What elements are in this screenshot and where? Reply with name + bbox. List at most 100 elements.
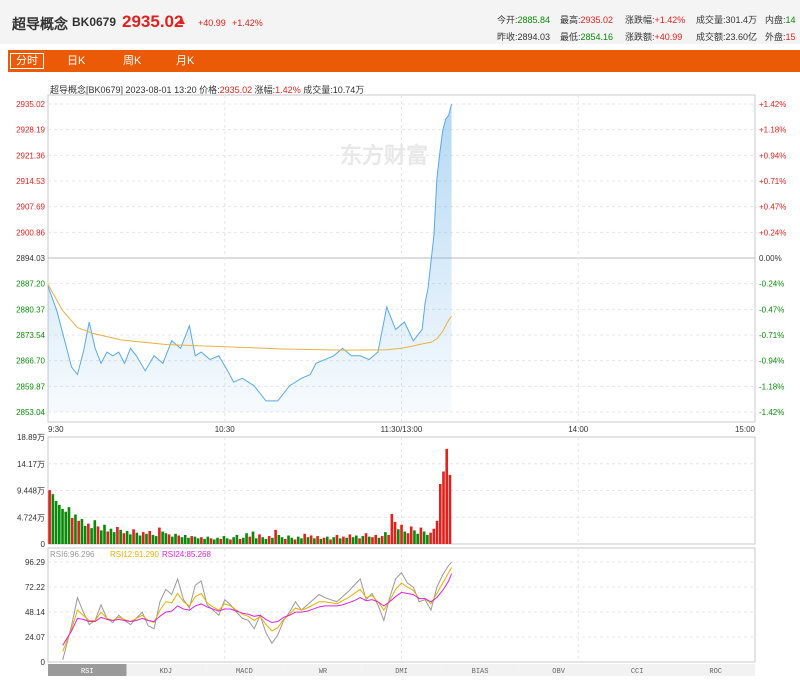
price-pct-tick: -0.47%: [759, 305, 784, 314]
indicator-tab-wr[interactable]: WR: [283, 664, 363, 676]
volume-bar: [99, 530, 103, 544]
indicator-tab-label: MACD: [236, 668, 253, 676]
volume-bar: [303, 533, 306, 544]
volume-bar: [403, 531, 407, 544]
volume-bar: [57, 504, 61, 544]
volume-bar: [313, 538, 316, 544]
indicator-tab-kdj[interactable]: KDJ: [126, 664, 206, 676]
volume-y-tick: 0: [41, 540, 46, 549]
volume-bar: [193, 536, 197, 544]
volume-bar: [380, 536, 384, 544]
volume-bar: [48, 490, 51, 544]
volume-bar: [135, 532, 139, 544]
volume-y-tick: 4.724万: [17, 513, 45, 522]
volume-bar: [125, 530, 129, 544]
volume-bar: [416, 533, 419, 544]
volume-bar: [267, 536, 271, 544]
rsi-y-tick: 48.14: [25, 608, 46, 617]
volume-bar: [448, 474, 452, 544]
volume-bar: [322, 537, 326, 544]
volume-bar: [245, 533, 248, 544]
volume-bar: [167, 534, 171, 544]
volume-bar: [338, 538, 342, 544]
volume-bar: [116, 527, 119, 544]
price-y-tick: 2900.86: [16, 228, 45, 237]
volume-bar: [429, 532, 432, 544]
intraday-chart: 东方财富2935.02 +1.42%2928.19 +1.18%2921.36 +0.…: [16, 94, 786, 676]
indicator-tab-bias[interactable]: BIAS: [440, 664, 520, 676]
volume-bar: [280, 537, 284, 544]
volume-bar: [229, 539, 232, 544]
volume-bar: [271, 537, 274, 544]
volume-bar: [154, 536, 158, 544]
volume-bar: [235, 534, 239, 544]
volume-bar: [364, 533, 368, 544]
volume-bar: [112, 532, 116, 544]
price-pct-tick: +0.94%: [759, 151, 786, 160]
price-y-tick: 2921.36: [16, 151, 45, 160]
volume-bar: [225, 538, 229, 544]
volume-bar: [283, 538, 287, 544]
price-y-tick: 2907.69: [16, 203, 45, 212]
volume-bar: [180, 537, 184, 544]
volume-bar: [296, 536, 300, 544]
indicator-tab-obv[interactable]: OBV: [519, 664, 598, 676]
volume-bar: [293, 539, 297, 544]
volume-bar: [445, 448, 449, 544]
price-pct-tick: -1.42%: [759, 408, 784, 417]
volume-bar: [251, 531, 255, 544]
volume-bar: [384, 532, 387, 544]
volume-bar: [335, 534, 339, 544]
volume-bar: [438, 483, 442, 544]
volume-bar: [332, 537, 336, 544]
indicator-tab-macd[interactable]: MACD: [205, 664, 284, 676]
volume-bar: [435, 520, 439, 544]
price-pct-tick: +1.42%: [759, 100, 786, 109]
indicator-tab-label: BIAS: [472, 668, 489, 676]
indicator-tab-roc[interactable]: ROC: [676, 664, 755, 676]
volume-bar: [287, 535, 290, 544]
volume-bar: [196, 538, 200, 544]
time-x-tick: 15:00: [735, 425, 756, 434]
volume-bar: [145, 533, 148, 544]
indicator-tab-label: DMI: [395, 668, 408, 676]
indicator-tab-label: KDJ: [160, 668, 173, 676]
volume-bar: [183, 534, 187, 544]
volume-bar: [54, 500, 58, 544]
indicator-tab-label: WR: [319, 668, 328, 676]
volume-bar: [122, 533, 126, 544]
volume-y-tick: 14.17万: [17, 460, 45, 469]
volume-bar: [161, 531, 164, 544]
volume-bar: [248, 536, 252, 544]
volume-bar: [432, 528, 436, 544]
volume-bar: [371, 537, 374, 544]
price-pct-tick: -0.71%: [759, 331, 784, 340]
price-y-tick: 2880.37: [16, 305, 45, 314]
volume-bar: [387, 534, 390, 544]
volume-bar: [351, 537, 355, 544]
rsi-y-tick: 96.29: [25, 558, 46, 567]
price-pct-tick: +0.71%: [759, 177, 786, 186]
volume-bar: [348, 534, 352, 544]
volume-bar: [190, 536, 193, 544]
volume-bar: [300, 538, 303, 544]
volume-bar: [316, 536, 319, 544]
volume-bar: [209, 538, 213, 544]
indicator-tab-label: ROC: [709, 668, 722, 676]
indicator-tab-rsi[interactable]: RSI: [48, 664, 127, 676]
indicator-tab-dmi[interactable]: DMI: [362, 664, 441, 676]
rsi-line-rsi24: [62, 573, 453, 646]
indicator-tab-cci[interactable]: CCI: [597, 664, 677, 676]
price-y-tick: 2853.04: [16, 408, 45, 417]
volume-bar: [232, 537, 235, 544]
price-y-tick: 2873.54: [16, 331, 45, 340]
price-y-tick: 2866.70: [16, 357, 45, 366]
volume-bar: [151, 534, 155, 544]
rsi-y-tick: 24.07: [25, 633, 46, 642]
volume-bar: [309, 535, 313, 544]
time-x-tick: 11:30/13:00: [381, 425, 423, 434]
volume-bar: [77, 520, 80, 544]
price-y-tick: 2928.19: [16, 126, 45, 135]
volume-bar: [87, 523, 90, 544]
volume-bar: [254, 538, 258, 544]
